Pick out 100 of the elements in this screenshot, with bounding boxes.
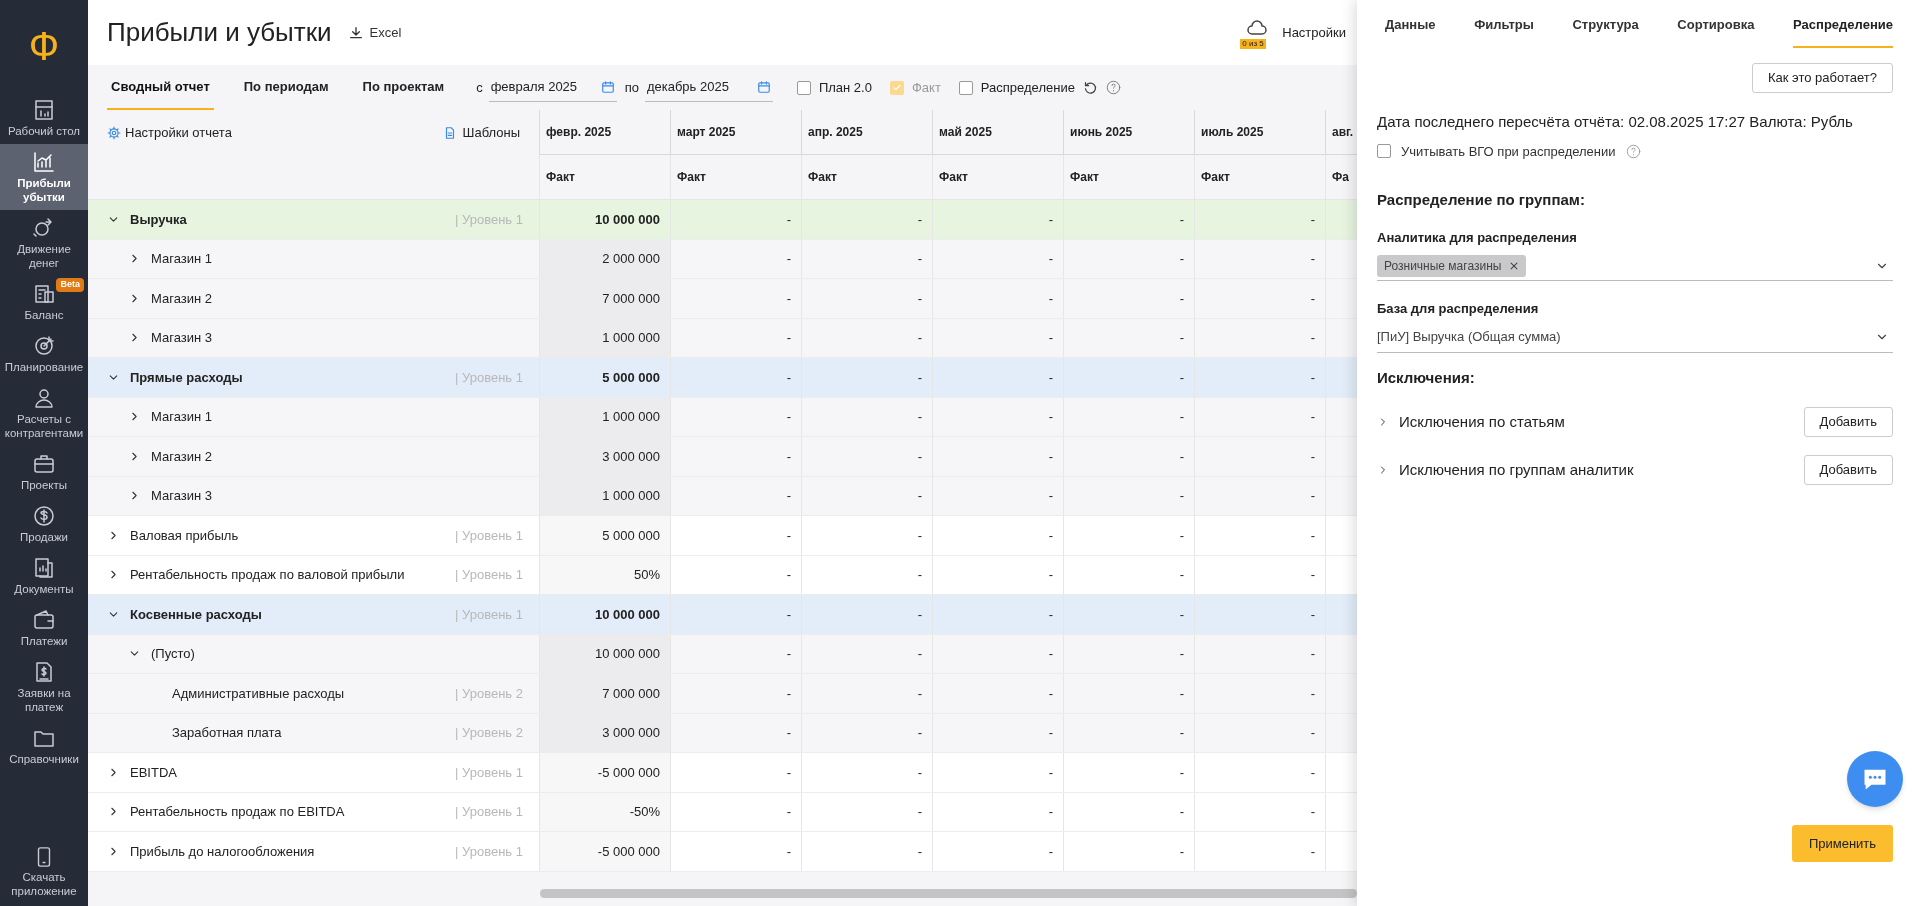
templates-button[interactable]: Шаблоны bbox=[442, 122, 520, 143]
panel-tab[interactable]: Распределение bbox=[1793, 14, 1893, 48]
row-label: Магазин 3 bbox=[151, 487, 213, 505]
briefcase-icon bbox=[32, 452, 56, 476]
column-header: март 2025 bbox=[670, 110, 801, 155]
report-settings-button[interactable]: Настройки отчета bbox=[107, 122, 232, 143]
level-label: | Уровень 1 bbox=[455, 210, 523, 229]
level-label: | Уровень 1 bbox=[455, 803, 523, 821]
table-cell: - bbox=[932, 595, 1063, 634]
panel-tab[interactable]: Данные bbox=[1385, 14, 1436, 48]
table-cell: - bbox=[670, 437, 801, 476]
table-cell: - bbox=[670, 753, 801, 792]
table-cell: - bbox=[1063, 476, 1194, 515]
help-icon[interactable] bbox=[1105, 80, 1121, 95]
table-cell: - bbox=[670, 555, 801, 594]
date-field[interactable]: декабрь 2025 bbox=[644, 73, 773, 102]
table-cell: - bbox=[801, 555, 932, 594]
sidebar-item[interactable]: Справочники bbox=[0, 720, 88, 772]
sidebar-item[interactable]: Платежи bbox=[0, 602, 88, 654]
table-cell: - bbox=[932, 753, 1063, 792]
level-label: | Уровень 1 bbox=[455, 566, 523, 584]
sidebar-item[interactable]: Проекты bbox=[0, 446, 88, 498]
table-cell: - bbox=[932, 358, 1063, 397]
undo-icon[interactable] bbox=[1082, 80, 1098, 95]
checkbox[interactable] bbox=[958, 80, 973, 95]
page-title: Прибыли и убытки bbox=[107, 16, 332, 49]
table-cell: - bbox=[1063, 595, 1194, 634]
add-button[interactable]: Добавить bbox=[1803, 455, 1893, 485]
checkbox-label: План 2.0 bbox=[818, 78, 872, 97]
table-cell: 1 000 000 bbox=[539, 397, 670, 436]
table-cell: - bbox=[1194, 595, 1325, 634]
logo[interactable]: Ф bbox=[0, 0, 88, 92]
report-tab[interactable]: По проектам bbox=[358, 65, 449, 110]
sidebar-item[interactable]: Планирование bbox=[0, 328, 88, 380]
table-cell: - bbox=[932, 437, 1063, 476]
table-cell: - bbox=[932, 200, 1063, 239]
level-label: | Уровень 1 bbox=[455, 368, 523, 387]
close-icon[interactable] bbox=[1509, 260, 1520, 271]
table-cell: - bbox=[932, 634, 1063, 673]
report-tab[interactable]: По периодам bbox=[239, 65, 333, 110]
checkbox[interactable] bbox=[796, 80, 811, 95]
sidebar-item[interactable]: Beta Баланс bbox=[0, 276, 88, 328]
chat-button[interactable] bbox=[1847, 751, 1903, 807]
sidebar-item[interactable]: Прибыли убытки bbox=[0, 144, 88, 210]
table-cell: - bbox=[801, 397, 932, 436]
table-cell: - bbox=[932, 318, 1063, 357]
column-header: июнь 2025 bbox=[1063, 110, 1194, 155]
row-label: Магазин 2 bbox=[151, 289, 213, 308]
table-cell: - bbox=[1063, 200, 1194, 239]
table-cell: 10 000 000 bbox=[539, 634, 670, 673]
table-cell: - bbox=[1194, 239, 1325, 278]
analytics-chip[interactable]: Розничные магазины bbox=[1377, 254, 1527, 277]
row-label: Административные расходы bbox=[172, 684, 346, 703]
add-button[interactable]: Добавить bbox=[1803, 407, 1893, 437]
sidebar-item[interactable]: Движение денег bbox=[0, 210, 88, 276]
table-cell: - bbox=[932, 674, 1063, 713]
checkbox[interactable] bbox=[1377, 144, 1391, 159]
panel-tab[interactable]: Фильтры bbox=[1474, 14, 1534, 48]
table-cell: - bbox=[801, 674, 932, 713]
apply-button[interactable]: Применить bbox=[1792, 825, 1893, 862]
date-field[interactable]: февраля 2025 bbox=[488, 73, 617, 102]
panel-tab[interactable]: Структура bbox=[1572, 14, 1639, 48]
table-cell: - bbox=[801, 476, 932, 515]
how-it-works-button[interactable]: Как это работает? bbox=[1752, 63, 1893, 93]
table-cell: - bbox=[801, 595, 932, 634]
download-app-link[interactable]: Скачать приложение bbox=[0, 844, 88, 906]
table-cell: - bbox=[1063, 397, 1194, 436]
base-select[interactable]: [ПиУ] Выручка (Общая сумма) bbox=[1377, 322, 1893, 353]
table-cell: 1 000 000 bbox=[539, 476, 670, 515]
sidebar-item[interactable]: Заявки на платеж bbox=[0, 654, 88, 720]
download-icon bbox=[347, 24, 364, 41]
sidebar-item[interactable]: Продажи bbox=[0, 498, 88, 550]
table-cell: 5 000 000 bbox=[539, 516, 670, 555]
exclusions-toggle[interactable]: Исключения по статьям bbox=[1377, 410, 1565, 434]
table-cell: - bbox=[670, 200, 801, 239]
people-icon bbox=[32, 386, 56, 410]
scrollbar-thumb[interactable] bbox=[540, 889, 1357, 898]
sidebar-item[interactable]: Документы bbox=[0, 550, 88, 602]
row-label: Магазин 2 bbox=[151, 447, 213, 466]
table-cell: - bbox=[801, 634, 932, 673]
table-cell: - bbox=[670, 713, 801, 752]
table-cell: - bbox=[1194, 634, 1325, 673]
excel-export-button[interactable]: Excel bbox=[347, 22, 402, 43]
column-subheader: Факт bbox=[801, 155, 932, 200]
dollar-icon bbox=[32, 504, 56, 528]
table-cell: - bbox=[670, 239, 801, 278]
sidebar-item[interactable]: Рабочий стол bbox=[0, 92, 88, 144]
exclusions-toggle[interactable]: Исключения по группам аналитик bbox=[1377, 458, 1634, 482]
table-cell: - bbox=[801, 318, 932, 357]
settings-link[interactable]: Настройки bbox=[1282, 22, 1346, 43]
table-cell: - bbox=[1194, 832, 1325, 871]
table-cell: - bbox=[670, 318, 801, 357]
row-label: Магазин 3 bbox=[151, 329, 213, 347]
table-cell: 1 000 000 bbox=[539, 318, 670, 357]
panel-tab[interactable]: Сортировка bbox=[1677, 14, 1755, 48]
sidebar-item[interactable]: Расчеты с контрагентами bbox=[0, 380, 88, 446]
table-cell: - bbox=[1063, 279, 1194, 318]
analytics-select[interactable]: Розничные магазины bbox=[1377, 251, 1893, 281]
level-label: | Уровень 1 bbox=[455, 526, 523, 545]
table-cell: -5 000 000 bbox=[539, 832, 670, 871]
